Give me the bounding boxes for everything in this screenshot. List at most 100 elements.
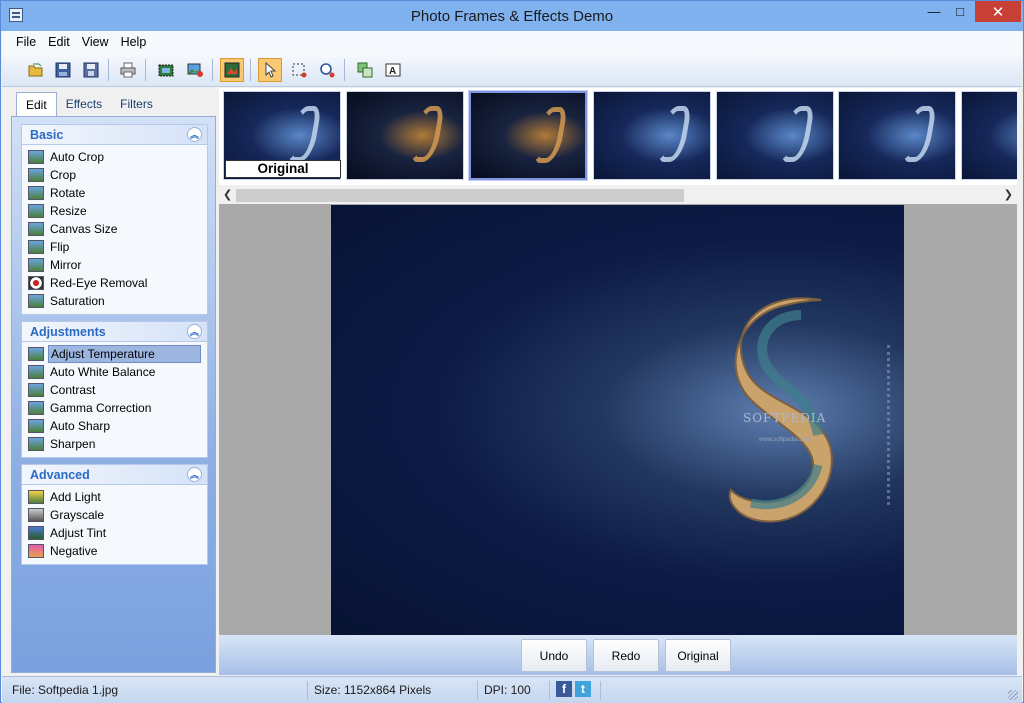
menu-edit[interactable]: Edit [42,35,76,49]
list-item[interactable]: Rotate [28,184,207,202]
scroll-left-icon[interactable]: ❮ [223,188,232,201]
title-bar: Photo Frames & Effects Demo — □ ✕ [1,1,1023,31]
original-button[interactable]: Original [665,639,731,672]
crop-icon [28,168,44,182]
thumbnail-original[interactable]: Original [223,91,341,180]
group-body-advanced: Add Light Grayscale Adjust Tint Negative [21,484,208,565]
list-item[interactable]: Grayscale [28,506,207,524]
negative-icon [28,544,44,558]
list-item[interactable]: Auto Crop [28,148,207,166]
list-item[interactable]: Red-Eye Removal [28,274,207,292]
save-as-icon [83,62,99,78]
save-button[interactable] [51,58,75,82]
maximize-button[interactable]: □ [947,1,973,22]
group-basic: Basic ︽ Auto Crop Crop Rotate Resize Can… [21,124,208,315]
open-button[interactable] [24,58,48,82]
redo-button[interactable]: Redo [593,639,659,672]
horizontal-scrollbar[interactable]: ❮ ❯ [219,187,1017,204]
list-item[interactable]: Mirror [28,256,207,274]
photo-effect-button[interactable] [220,58,244,82]
zoom-icon [320,63,335,78]
status-dpi: DPI: 100 [478,681,550,700]
resize-grip-icon[interactable] [1008,690,1018,700]
group-header-advanced[interactable]: Advanced ︽ [21,464,208,484]
list-item[interactable]: Sharpen [28,435,207,453]
group-header-adjustments[interactable]: Adjustments ︽ [21,321,208,341]
list-item[interactable]: Auto Sharp [28,417,207,435]
mirror-icon [28,258,44,272]
twitter-icon[interactable]: t [575,681,591,697]
menu-view[interactable]: View [76,35,115,49]
toolbar-separator [145,59,146,81]
scroll-right-icon[interactable]: ❯ [1004,188,1013,201]
auto-crop-icon [28,150,44,164]
text-button[interactable]: A [381,58,405,82]
saturation-icon [28,294,44,308]
thumbnail-image [409,105,446,162]
thumbnail-effect[interactable] [961,91,1017,180]
list-item[interactable]: Negative [28,542,207,560]
list-item[interactable]: Gamma Correction [28,399,207,417]
list-item[interactable]: Adjust Tint [28,524,207,542]
list-item[interactable]: Resize [28,202,207,220]
save-as-button[interactable] [79,58,103,82]
collapse-icon[interactable]: ︽ [187,467,202,482]
action-bar: Undo Redo Original [219,635,1017,675]
group-adjustments: Adjustments ︽ Adjust Temperature Auto Wh… [21,321,208,458]
undo-button[interactable]: Undo [521,639,587,672]
tab-filters[interactable]: Filters [111,92,162,116]
app-window: Photo Frames & Effects Demo — □ ✕ File E… [0,0,1024,703]
sharpen-icon [28,437,44,451]
thumbnail-effect[interactable] [346,91,464,180]
group-header-basic[interactable]: Basic ︽ [21,124,208,144]
rect-select-icon [292,63,307,78]
collapse-icon[interactable]: ︽ [187,127,202,142]
close-button[interactable]: ✕ [975,1,1021,22]
thumbnail-caption: Original [225,160,341,178]
tab-effects[interactable]: Effects [57,92,111,116]
select-area-icon [158,64,174,77]
watermark-text: SOFTPEDIA [743,411,827,425]
copy-icon [357,62,373,78]
add-light-icon [28,490,44,504]
photo-effect-icon [224,62,240,78]
task-pane: Basic ︽ Auto Crop Crop Rotate Resize Can… [11,116,216,673]
scrollbar-thumb[interactable] [236,189,684,202]
main-image[interactable]: SOFTPEDIA www.softpedia.com [331,205,904,635]
thumbnail-effect[interactable] [593,91,711,180]
list-item[interactable]: Contrast [28,381,207,399]
list-item[interactable]: Crop [28,166,207,184]
menu-help[interactable]: Help [115,35,153,49]
group-title: Advanced [30,468,90,482]
grayscale-icon [28,508,44,522]
list-item[interactable]: Canvas Size [28,220,207,238]
svg-text:A: A [389,66,396,77]
text-icon: A [385,63,401,77]
select-area-button[interactable] [154,58,178,82]
collapse-icon[interactable]: ︽ [187,324,202,339]
thumbnail-effect[interactable] [716,91,834,180]
thumbnail-effect-selected[interactable] [469,91,587,180]
facebook-icon[interactable]: f [556,681,572,697]
thumbnail-strip: Original [219,88,1017,185]
red-eye-icon [28,276,44,290]
copy-button[interactable] [353,58,377,82]
rect-select-button[interactable] [287,58,311,82]
list-item[interactable]: Add Light [28,488,207,506]
menu-file[interactable]: File [10,35,42,49]
list-item[interactable]: Adjust Temperature [28,345,207,363]
print-button[interactable] [116,58,140,82]
list-item[interactable]: Auto White Balance [28,363,207,381]
status-file: File: Softpedia 1.jpg [6,681,308,700]
minimize-button[interactable]: — [921,1,947,22]
list-item[interactable]: Flip [28,238,207,256]
list-item[interactable]: Saturation [28,292,207,310]
thumbnail-image [286,105,323,162]
tab-edit[interactable]: Edit [16,92,57,116]
zoom-button[interactable] [315,58,339,82]
pointer-tool-button[interactable] [258,58,282,82]
thumbnail-effect[interactable] [838,91,956,180]
auto-sharp-icon [28,419,44,433]
insert-image-button[interactable] [183,58,207,82]
thumbnail-image [656,105,693,162]
